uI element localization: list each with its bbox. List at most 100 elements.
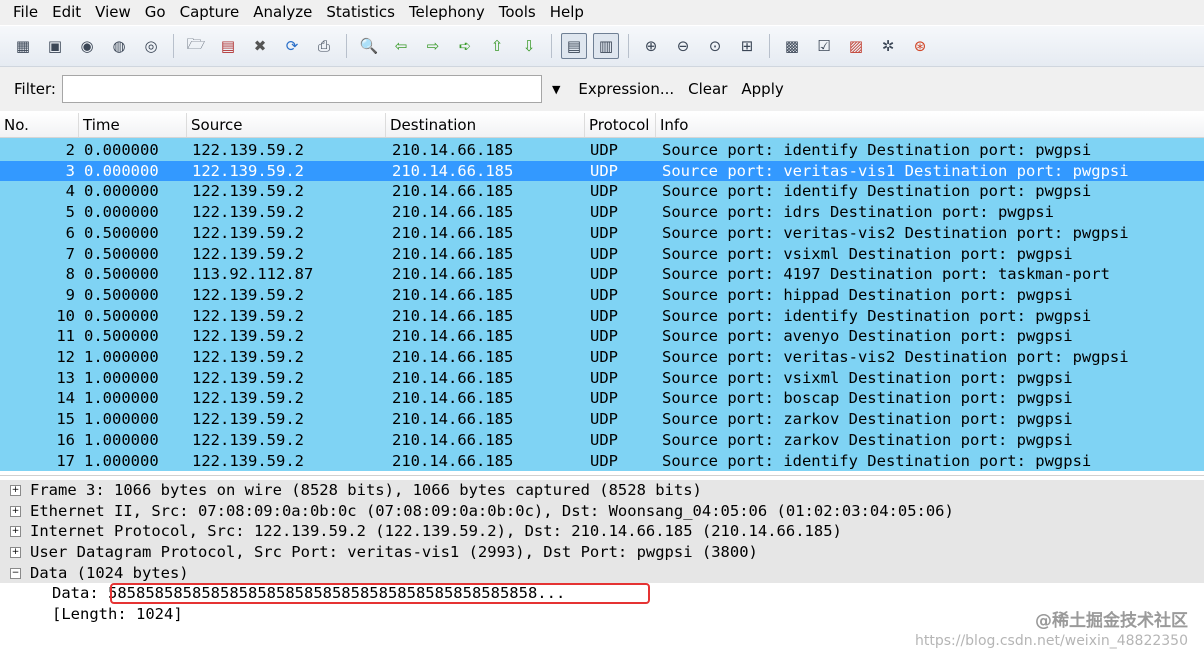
go-back-icon[interactable]: ⇦ bbox=[388, 33, 414, 59]
normal-size-icon[interactable]: ⊙ bbox=[702, 33, 728, 59]
packet-row[interactable]: 17 1.000000 122.139.59.2 210.14.66.185 UDP So… bbox=[0, 451, 1204, 472]
packet-row[interactable]: 2 0.000000 122.139.59.2 210.14.66.185 UDP Sou… bbox=[0, 140, 1204, 161]
packet-cell-no: 5 bbox=[65, 203, 75, 222]
column-header-time[interactable]: Time bbox=[78, 113, 183, 137]
detail-tree-item[interactable]: + User Datagram Protocol, Src Port: verit… bbox=[0, 542, 1204, 563]
packet-cell-dst: 210.14.66.185 bbox=[392, 348, 514, 366]
column-header-no[interactable]: No. bbox=[0, 113, 78, 137]
packet-cell-proto: UDP bbox=[590, 430, 618, 449]
expand-icon[interactable]: + bbox=[10, 526, 21, 538]
detail-tree-item[interactable]: + Ethernet II, Src: 07:08:09:0a:0b:0c (07… bbox=[0, 500, 1204, 522]
filter-label: Filter: bbox=[14, 80, 56, 98]
detail-tree-text: Data (1024 bytes) bbox=[30, 563, 189, 582]
go-to-packet-icon[interactable]: ➪ bbox=[452, 33, 478, 59]
packet-cell-proto: UDP bbox=[590, 389, 618, 408]
display-filters-icon[interactable]: ☑ bbox=[811, 33, 837, 59]
auto-scroll-icon[interactable]: ▥ bbox=[593, 33, 619, 59]
packet-cell-info: Source port: boscap Destination port: pw… bbox=[662, 389, 1073, 408]
detail-tree-item[interactable]: + Frame 3: 1066 bytes on wire (8528 bits)… bbox=[0, 480, 1204, 501]
packet-cell-src: 122.139.59.2 bbox=[192, 327, 304, 346]
packet-row[interactable]: 13 1.000000 122.139.59.2 210.14.66.185 UDP So… bbox=[0, 368, 1204, 389]
menu-file[interactable]: File bbox=[6, 0, 45, 25]
packet-cell-dst: 210.14.66.185 bbox=[392, 182, 514, 201]
expand-icon[interactable]: + bbox=[10, 505, 21, 517]
menu-statistics[interactable]: Statistics bbox=[319, 0, 402, 25]
packet-cell-no: 10 bbox=[56, 306, 75, 325]
menu-telephony[interactable]: Telephony bbox=[402, 0, 492, 25]
packet-cell-proto: UDP bbox=[590, 223, 618, 242]
menu-view[interactable]: View bbox=[88, 0, 138, 25]
packet-cell-dst: 210.14.66.185 bbox=[392, 265, 514, 284]
menu-capture[interactable]: Capture bbox=[173, 0, 247, 25]
packet-row[interactable]: 16 1.000000 122.139.59.2 210.14.66.185 UDP So… bbox=[0, 430, 1204, 451]
print-icon[interactable]: ⎙ bbox=[311, 33, 337, 59]
packet-row[interactable]: 15 1.000000 122.139.59.2 210.14.66.185 UDP So… bbox=[0, 409, 1204, 430]
reload-icon[interactable]: ⟳ bbox=[279, 33, 305, 59]
packet-row[interactable]: 4 0.000000 122.139.59.2 210.14.66.185 UDP Sou… bbox=[0, 181, 1204, 202]
restart-capture-icon[interactable]: ◎ bbox=[138, 33, 164, 59]
preferences-icon[interactable]: ✲ bbox=[875, 33, 901, 59]
menu-edit[interactable]: Edit bbox=[45, 0, 88, 25]
resize-columns-icon[interactable]: ⊞ bbox=[734, 33, 760, 59]
detail-tree-item[interactable]: + Internet Protocol, Src: 122.139.59.2 (1… bbox=[0, 521, 1204, 543]
packet-row[interactable]: 12 1.000000 122.139.59.2 210.14.66.185 UDP So… bbox=[0, 347, 1204, 368]
detail-tree-item[interactable]: − Data (1024 bytes) bbox=[0, 562, 1204, 584]
filter-dropdown-icon[interactable]: ▼ bbox=[552, 83, 560, 96]
packet-row[interactable]: 6 0.500000 122.139.59.2 210.14.66.185 UDP Sou… bbox=[0, 223, 1204, 244]
menu-go[interactable]: Go bbox=[138, 0, 173, 25]
close-file-icon[interactable]: ✖ bbox=[247, 33, 273, 59]
data-length-line[interactable]: [Length: 1024] bbox=[0, 604, 1204, 625]
packet-row[interactable]: 10 0.500000 122.139.59.2 210.14.66.185 UDP So… bbox=[0, 306, 1204, 327]
apply-button[interactable]: Apply bbox=[741, 80, 783, 98]
packet-cell-proto: UDP bbox=[590, 327, 618, 346]
go-first-icon[interactable]: ⇧ bbox=[484, 33, 510, 59]
coloring-rules-icon[interactable]: ▨ bbox=[843, 33, 869, 59]
menu-help[interactable]: Help bbox=[543, 0, 591, 25]
packet-cell-time: 0.000000 bbox=[84, 141, 159, 159]
packet-cell-no: 15 bbox=[56, 410, 75, 429]
packet-cell-time: 1.000000 bbox=[84, 451, 159, 470]
packet-cell-info: Source port: idrs Destination port: pwgp… bbox=[662, 203, 1054, 222]
packet-row[interactable]: 5 0.000000 122.139.59.2 210.14.66.185 UDP Sou… bbox=[0, 202, 1204, 223]
go-last-icon[interactable]: ⇩ bbox=[516, 33, 542, 59]
interfaces-icon[interactable]: ▦ bbox=[10, 33, 36, 59]
packet-cell-time: 0.500000 bbox=[84, 327, 159, 346]
collapse-icon[interactable]: − bbox=[10, 567, 21, 579]
open-file-icon[interactable]: 🗁 bbox=[183, 33, 209, 59]
packet-cell-info: Source port: avenyo Destination port: pw… bbox=[662, 327, 1073, 346]
start-capture-icon[interactable]: ◉ bbox=[74, 33, 100, 59]
menu-analyze[interactable]: Analyze bbox=[246, 0, 319, 25]
stop-capture-icon[interactable]: ◍ bbox=[106, 33, 132, 59]
column-header-protocol[interactable]: Protocol bbox=[584, 113, 655, 137]
expand-icon[interactable]: + bbox=[10, 485, 21, 496]
expression-button[interactable]: Expression... bbox=[578, 80, 674, 98]
colorize-icon[interactable]: ▤ bbox=[561, 33, 587, 59]
packet-row[interactable]: 3 0.000000 122.139.59.2 210.14.66.185 UDP Sou… bbox=[0, 160, 1204, 182]
packet-cell-dst: 210.14.66.185 bbox=[392, 368, 514, 387]
filter-input[interactable] bbox=[61, 75, 542, 103]
packet-cell-info: Source port: 4197 Destination port: task… bbox=[662, 265, 1110, 284]
packet-cell-src: 122.139.59.2 bbox=[192, 161, 304, 180]
menu-tools[interactable]: Tools bbox=[492, 0, 543, 25]
capture-options-icon[interactable]: ▣ bbox=[42, 33, 68, 59]
data-length: [Length: 1024] bbox=[52, 605, 183, 623]
column-header-source[interactable]: Source bbox=[186, 113, 385, 137]
packet-cell-src: 122.139.59.2 bbox=[192, 368, 304, 387]
zoom-out-icon[interactable]: ⊖ bbox=[670, 33, 696, 59]
packet-cell-no: 4 bbox=[65, 182, 75, 201]
save-file-icon[interactable]: ▤ bbox=[215, 33, 241, 59]
go-forward-icon[interactable]: ⇨ bbox=[420, 33, 446, 59]
packet-row[interactable]: 8 0.500000 113.92.112.87 210.14.66.185 UDP So… bbox=[0, 264, 1204, 285]
find-packet-icon[interactable]: 🔍 bbox=[356, 33, 382, 59]
zoom-in-icon[interactable]: ⊕ bbox=[638, 33, 664, 59]
column-header-destination[interactable]: Destination bbox=[385, 113, 582, 137]
help-icon[interactable]: ⊛ bbox=[907, 33, 933, 59]
capture-filters-icon[interactable]: ▩ bbox=[779, 33, 805, 59]
packet-row[interactable]: 14 1.000000 122.139.59.2 210.14.66.185 UDP So… bbox=[0, 388, 1204, 409]
expand-icon[interactable]: + bbox=[10, 547, 21, 559]
packet-row[interactable]: 11 0.500000 122.139.59.2 210.14.66.185 UDP So… bbox=[0, 326, 1204, 347]
packet-row[interactable]: 9 0.500000 122.139.59.2 210.14.66.185 UDP Sou… bbox=[0, 285, 1204, 306]
packet-row[interactable]: 7 0.500000 122.139.59.2 210.14.66.185 UDP Sou… bbox=[0, 244, 1204, 265]
column-header-info[interactable]: Info bbox=[655, 113, 1200, 137]
clear-button[interactable]: Clear bbox=[688, 80, 727, 98]
